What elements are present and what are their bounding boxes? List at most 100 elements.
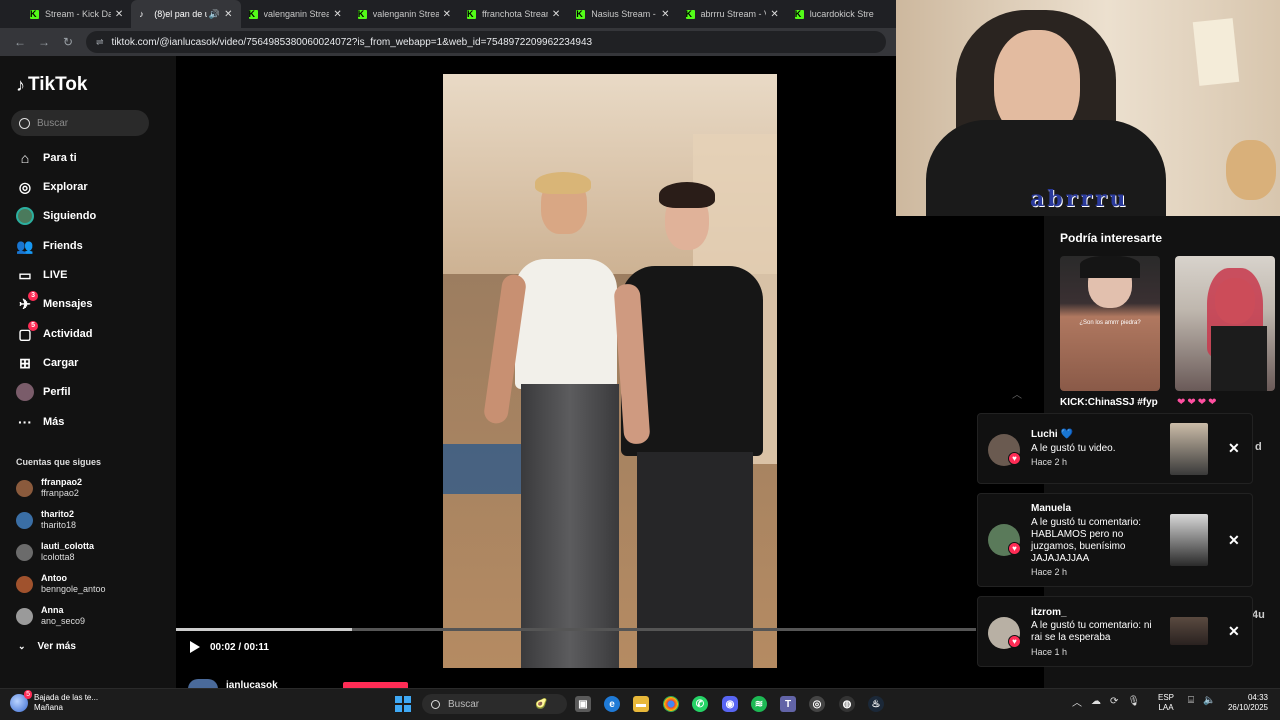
taskbar-clock[interactable]: 04:33 26/10/2025 [1226, 693, 1268, 713]
nav-perfil[interactable]: Perfil [16, 381, 71, 403]
nav-friends[interactable]: 👥 Friends [16, 235, 82, 257]
player-controls: 00:02 / 00:11 [190, 641, 269, 653]
avatar [16, 543, 33, 561]
microphone-icon[interactable]: 🎙 [1127, 696, 1140, 707]
weather-widget[interactable]: 5 Bajada de las te... Mañana [10, 690, 98, 713]
following-section-title: Cuentas que sigues [16, 457, 102, 467]
close-tab-icon[interactable]: ✕ [333, 9, 341, 20]
see-more-button[interactable]: ⌄ Ver más [18, 641, 76, 652]
video-progress-bar[interactable] [176, 628, 976, 631]
nav-actividad[interactable]: ▢ 5 Actividad [16, 321, 93, 345]
reload-icon[interactable]: ↻ [56, 35, 80, 49]
notification-card[interactable]: ♥ Manuela A le gustó tu comentario: HABL… [977, 493, 1253, 587]
chevron-up-icon[interactable]: ︿ [1072, 694, 1082, 709]
windows-start-icon[interactable] [395, 696, 411, 712]
nav-explorar[interactable]: ◎ Explorar [16, 176, 88, 198]
browser-tab[interactable]: Kffranchota Stream ✕ [459, 0, 568, 28]
heart-icons: ❤❤❤❤ [1177, 397, 1219, 408]
site-info-icon[interactable]: ⇌ [96, 37, 104, 48]
kick-favicon-icon: K [357, 9, 367, 19]
chevron-up-icon[interactable]: ︿ [1012, 386, 1022, 401]
nav-cargar[interactable]: ⊞ Cargar [16, 352, 78, 374]
home-icon: ⌂ [20, 150, 30, 166]
edge-icon[interactable]: e [604, 696, 620, 712]
close-icon[interactable]: ✕ [1228, 440, 1240, 457]
activity-icon: ▢ 5 [16, 321, 38, 343]
chrome-icon[interactable] [663, 696, 679, 712]
close-tab-icon[interactable]: ✕ [443, 9, 451, 20]
forward-arrow-icon[interactable]: → [32, 35, 56, 49]
close-tab-icon[interactable]: ✕ [770, 9, 778, 20]
app-icon[interactable]: ◍ [839, 696, 855, 712]
nav-mensajes[interactable]: ✈ 3 Mensajes [16, 291, 93, 315]
close-tab-icon[interactable]: ✕ [552, 9, 560, 20]
play-icon[interactable] [190, 641, 200, 653]
following-avatar [16, 207, 34, 225]
browser-tab[interactable]: Kabrrru Stream - V ✕ [678, 0, 787, 28]
heart-icon: ♥ [1008, 542, 1021, 555]
volume-icon[interactable]: 🔈 [1203, 695, 1215, 706]
avatar [16, 511, 33, 529]
browser-tab[interactable]: K Stream - Kick Da ✕ [22, 0, 131, 28]
taskbar-search[interactable]: Buscar 🥑 [422, 694, 567, 714]
discord-icon[interactable]: ◉ [722, 696, 738, 712]
notification-thumbnail[interactable] [1170, 514, 1208, 566]
browser-address-bar: ← → ↻ ⇌ tiktok.com/@ianlucasok/video/7564… [0, 28, 896, 56]
suggestion-thumbnail[interactable] [1175, 256, 1275, 391]
suggestion-caption[interactable]: KICK:ChinaSSJ #fyp [1060, 397, 1158, 408]
steam-icon[interactable]: ♨ [868, 696, 884, 712]
followed-account[interactable]: lauti_colotta lcolotta8 [16, 538, 94, 566]
activity-badge: 5 [28, 321, 38, 331]
notification-thumbnail[interactable] [1170, 423, 1208, 475]
browser-tab-active[interactable]: ♪ (8)el pan de u 🔊 ✕ [131, 0, 241, 28]
close-icon[interactable]: ✕ [1228, 623, 1240, 640]
obs-icon[interactable]: ◎ [809, 696, 825, 712]
language-indicator[interactable]: ESP LAA [1158, 693, 1174, 713]
followed-account[interactable]: ffranpao2 ffranpao2 [16, 474, 82, 502]
close-tab-icon[interactable]: ✕ [661, 9, 669, 20]
close-tab-icon[interactable]: ✕ [115, 9, 123, 20]
back-arrow-icon[interactable]: ← [8, 35, 32, 49]
network-icon[interactable]: ⌸ [1188, 695, 1194, 706]
followed-account[interactable]: tharito2 tharito18 [16, 506, 76, 534]
browser-tab[interactable]: Kvalenganin Strean ✕ [350, 0, 459, 28]
nav-live[interactable]: ▭ LIVE [16, 264, 67, 286]
kick-favicon-icon: K [30, 9, 39, 19]
search-input[interactable]: Buscar [11, 110, 149, 136]
more-icon: ··· [18, 414, 32, 430]
teams-icon[interactable]: T [780, 696, 796, 712]
nav-siguiendo[interactable]: Siguiendo [16, 205, 96, 227]
kick-favicon-icon: K [576, 9, 586, 19]
search-highlight-icon: 🥑 [535, 698, 548, 710]
sync-icon[interactable]: ⟳ [1110, 696, 1118, 707]
notification-thumbnail[interactable] [1170, 617, 1208, 645]
notification-card[interactable]: ♥ Luchi 💙 A le gustó tu video. Hace 2 h … [977, 413, 1253, 484]
nav-mas[interactable]: ··· Más [16, 411, 64, 433]
browser-tab-strip: K Stream - Kick Da ✕ ♪ (8)el pan de u 🔊 ✕ Kva… [0, 0, 896, 28]
browser-tab[interactable]: Kvalenganin Strean ✕ [241, 0, 350, 28]
tiktok-favicon-icon: ♪ [139, 8, 144, 19]
search-icon [431, 699, 440, 709]
file-explorer-icon[interactable]: ▬ [633, 696, 649, 712]
speaker-icon[interactable]: 🔊 [209, 9, 220, 20]
upload-icon: ⊞ [19, 354, 31, 371]
suggestion-thumbnail[interactable]: ¿Son los amrrr piedra? [1060, 256, 1160, 391]
video-frame[interactable] [443, 74, 777, 668]
close-tab-icon[interactable]: ✕ [224, 9, 232, 20]
nav-para-ti[interactable]: ⌂ Para ti [16, 147, 77, 169]
search-icon [19, 117, 30, 129]
close-icon[interactable]: ✕ [1228, 532, 1240, 549]
url-field[interactable]: ⇌ tiktok.com/@ianlucasok/video/7564985380… [86, 31, 886, 53]
whatsapp-icon[interactable]: ✆ [692, 696, 708, 712]
browser-tab[interactable]: Klucardokick Stre [787, 0, 896, 28]
kick-favicon-icon: K [467, 9, 476, 19]
task-view-icon[interactable]: ▣ [575, 696, 591, 712]
followed-account[interactable]: Anna ano_seco9 [16, 602, 85, 630]
notification-card[interactable]: ♥ itzrom_ A le gustó tu comentario: ni r… [977, 596, 1253, 667]
followed-account[interactable]: Antoo benngole_antoo [16, 570, 106, 598]
browser-tab[interactable]: K Nasius Stream - V ✕ [568, 0, 677, 28]
spotify-icon[interactable]: ≋ [751, 696, 767, 712]
tiktok-logo[interactable]: ♪ TikTok [16, 74, 87, 96]
cloud-icon[interactable]: ☁ [1091, 696, 1101, 707]
heart-icon: ♥ [1008, 452, 1021, 465]
